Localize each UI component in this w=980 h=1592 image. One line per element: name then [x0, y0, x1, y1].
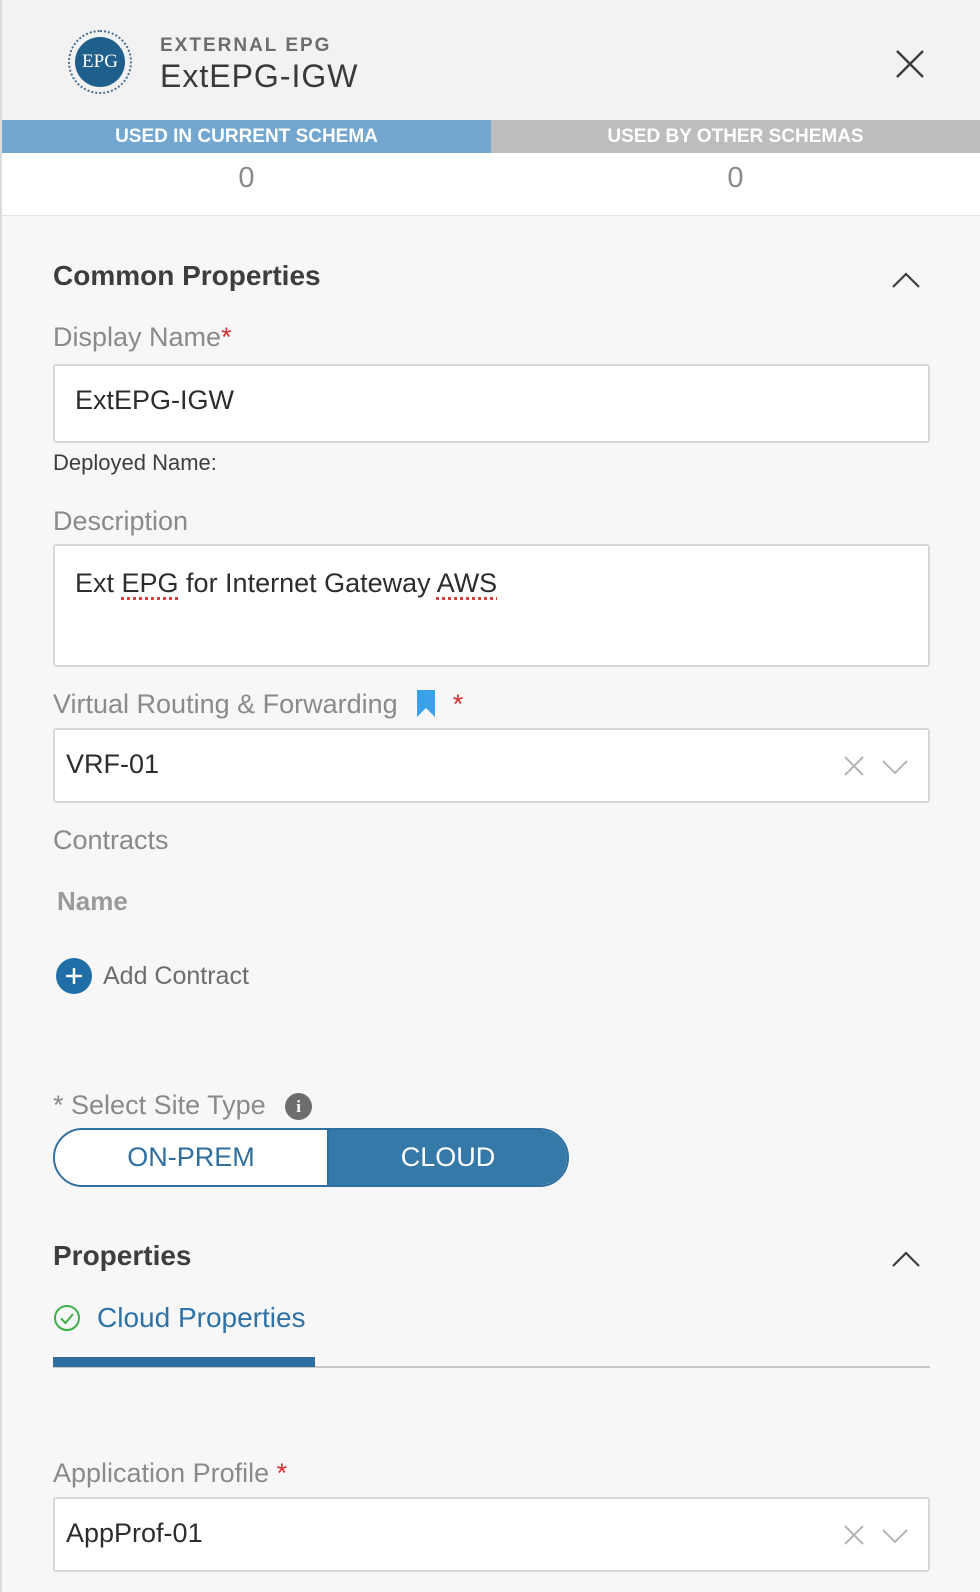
site-type-on-prem-option[interactable]: ON-PREM [55, 1130, 329, 1185]
bookmark-icon [417, 690, 436, 717]
application-profile-value: AppProf-01 [66, 1518, 203, 1548]
display-name-input[interactable]: ExtEPG-IGW [53, 364, 930, 443]
panel-kicker: EXTERNAL EPG [160, 35, 332, 56]
clear-application-profile-icon[interactable] [840, 1521, 868, 1549]
close-button[interactable] [890, 44, 930, 84]
description-word-4: AWS [436, 568, 498, 598]
epg-logo-icon: EPG [68, 30, 132, 94]
used-in-current-schema-count: 0 [238, 162, 255, 194]
check-circle-icon [54, 1305, 80, 1331]
properties-title: Properties [53, 1240, 192, 1271]
description-textarea[interactable]: Ext EPG for Internet Gateway AWS [53, 544, 930, 667]
external-epg-panel: EPG EXTERNAL EPG ExtEPG-IGW USED IN CURR… [0, 0, 980, 1592]
display-name-label: Display Name* [53, 322, 232, 352]
vrf-select[interactable]: VRF-01 [53, 728, 930, 803]
site-type-cloud-option[interactable]: CLOUD [329, 1130, 567, 1185]
add-contract-label: Add Contract [103, 961, 249, 990]
vrf-value: VRF-01 [66, 749, 160, 779]
required-mark: * [53, 1090, 64, 1120]
application-profile-label: Application Profile * [53, 1458, 288, 1488]
collapse-properties-icon[interactable] [890, 1249, 922, 1269]
panel-title: ExtEPG-IGW [160, 58, 359, 94]
required-mark: * [221, 322, 232, 352]
site-type-label: * Select Site Type i [53, 1090, 313, 1121]
site-type-toggle: ON-PREM CLOUD [53, 1128, 569, 1187]
deployed-name-label: Deployed Name: [53, 450, 217, 475]
required-mark: * [276, 1458, 288, 1488]
tab-active-indicator [53, 1357, 315, 1367]
info-icon[interactable]: i [285, 1093, 313, 1121]
description-word-3: for Internet Gateway [178, 568, 437, 598]
contracts-name-header: Name [57, 886, 128, 916]
collapse-common-properties-icon[interactable] [890, 270, 922, 290]
used-in-current-schema[interactable]: USED IN CURRENT SCHEMA 0 [2, 120, 491, 216]
common-properties-title: Common Properties [53, 260, 321, 291]
used-by-other-schemas-count: 0 [727, 162, 744, 194]
description-word-2: EPG [121, 568, 179, 598]
chevron-down-icon[interactable] [880, 752, 910, 780]
tab-cloud-properties-label: Cloud Properties [97, 1302, 306, 1333]
plus-icon [56, 958, 92, 994]
used-by-other-schemas[interactable]: USED BY OTHER SCHEMAS 0 [491, 120, 980, 216]
clear-vrf-icon[interactable] [840, 752, 868, 780]
tab-cloud-properties[interactable]: Cloud Properties [53, 1302, 306, 1334]
application-profile-select[interactable]: AppProf-01 [53, 1497, 930, 1572]
epg-logo-text: EPG [75, 37, 125, 87]
used-by-other-schemas-label: USED BY OTHER SCHEMAS [491, 120, 980, 153]
display-name-value: ExtEPG-IGW [75, 385, 235, 415]
panel-header: EPG EXTERNAL EPG ExtEPG-IGW [2, 0, 980, 120]
schema-usage: USED IN CURRENT SCHEMA 0 USED BY OTHER S… [2, 120, 980, 216]
required-mark: * [452, 689, 464, 719]
used-in-current-schema-label: USED IN CURRENT SCHEMA [2, 120, 491, 153]
add-contract-button[interactable]: Add Contract [56, 958, 249, 994]
vrf-label: Virtual Routing & Forwarding * [53, 689, 464, 719]
chevron-down-icon[interactable] [880, 1521, 910, 1549]
description-label: Description [53, 506, 189, 536]
contracts-label: Contracts [53, 825, 169, 855]
close-icon [896, 50, 924, 78]
description-word-1: Ext [75, 568, 122, 598]
